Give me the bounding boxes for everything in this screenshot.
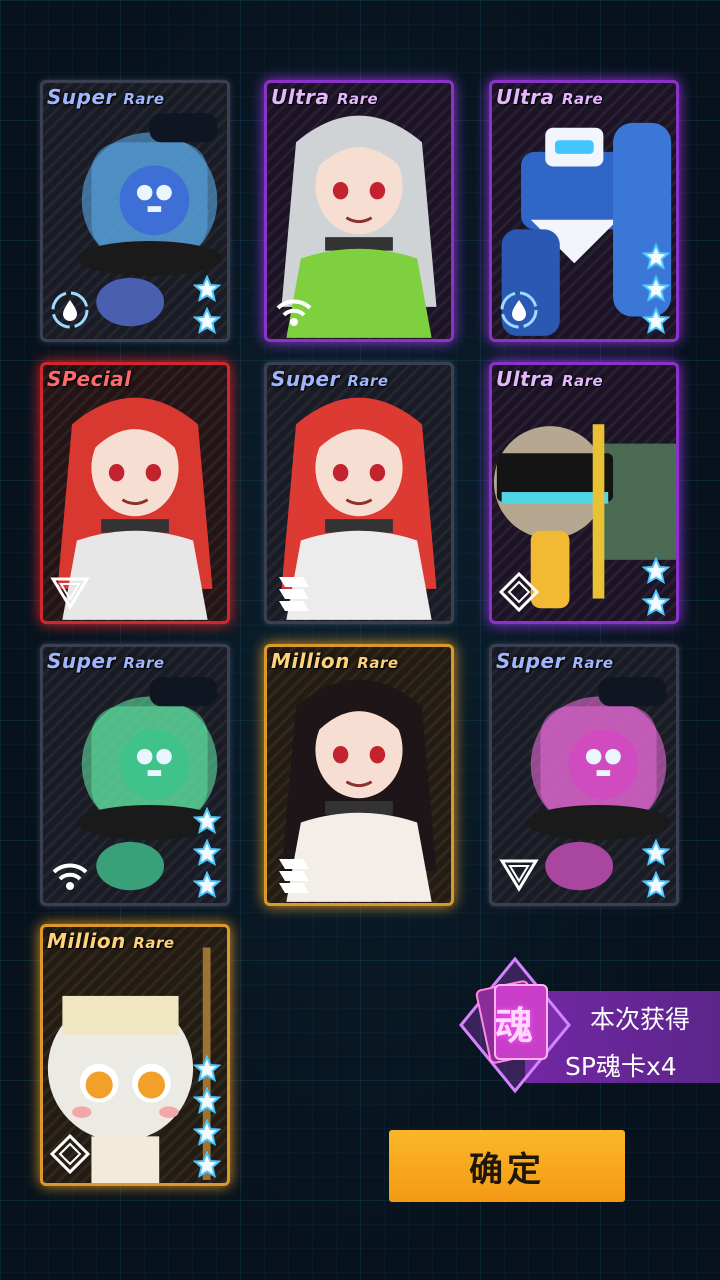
rarity-sub: Rare [357,654,399,672]
rarity-label: Ultra Rare [496,367,603,391]
rarity-sub: Rare [561,90,604,108]
star-rating [642,243,670,335]
rarity-sub: Rare [336,90,379,108]
character-card[interactable]: Super Rare [40,80,230,342]
star-icon [193,275,221,303]
diamond-icon [49,1133,91,1175]
reward-obtained-label: 本次获得 [590,1005,691,1034]
rarity-sub: Rare [347,372,389,390]
star-icon [642,839,670,867]
rarity-main: Super [271,367,340,391]
diamond-icon [498,571,540,613]
rarity-main: Super [47,85,116,109]
star-icon [642,243,670,271]
rarity-main: Ultra [496,85,555,109]
rarity-label: Million Rare [47,929,175,953]
character-card[interactable]: Super Rare [40,644,230,906]
water-drop-ring-icon [498,289,540,331]
character-card[interactable]: Ultra Rare [489,80,679,342]
rarity-label: Super Rare [496,649,614,673]
rarity-label: Ultra Rare [271,85,378,109]
star-icon [642,275,670,303]
rarity-main: Super [496,649,565,673]
rarity-label: Super Rare [271,367,389,391]
confirm-button[interactable]: 确定 [389,1130,625,1202]
rarity-sub: Rare [133,934,175,952]
striped-banner-icon [273,853,315,895]
star-rating [642,557,670,617]
rarity-label: Super Rare [47,85,165,109]
reward-amount-label: SP魂卡x4 [565,1052,677,1081]
water-drop-ring-icon [49,289,91,331]
rarity-main: Million [271,649,350,673]
rarity-main: Ultra [271,85,330,109]
character-card[interactable]: Super Rare [489,644,679,906]
star-icon [193,839,221,867]
rarity-sub: Rare [123,90,165,108]
star-icon [642,871,670,899]
character-card[interactable]: SPecial [40,362,230,624]
star-icon [193,1119,221,1147]
rarity-main: Ultra [496,367,555,391]
star-icon [193,807,221,835]
badge-character: 魂 [495,1004,534,1048]
striped-banner-icon [273,571,315,613]
star-icon [193,1087,221,1115]
character-card[interactable]: Super Rare [264,362,454,624]
rarity-label: SPecial [47,367,132,391]
reward-banner: 魂 本次获得 SP魂卡x4 [455,955,720,1095]
soul-card-badge-icon: 魂 [455,955,575,1095]
rarity-label: Ultra Rare [496,85,603,109]
character-card[interactable]: Ultra Rare [264,80,454,342]
character-card[interactable]: Million Rare [40,924,230,1186]
star-icon [642,557,670,585]
star-rating [193,807,221,899]
star-rating [193,275,221,335]
character-card[interactable]: Ultra Rare [489,362,679,624]
wifi-signal-icon [49,853,91,895]
rarity-main: SPecial [47,367,132,391]
rarity-sub: Rare [561,372,604,390]
rarity-main: Million [47,929,126,953]
star-icon [642,307,670,335]
rarity-label: Super Rare [47,649,165,673]
rarity-label: Million Rare [271,649,399,673]
star-icon [193,1055,221,1083]
rarity-sub: Rare [572,654,614,672]
triangle-down-icon [498,853,540,895]
star-icon [193,1151,221,1179]
rarity-sub: Rare [123,654,165,672]
star-icon [193,871,221,899]
star-rating [193,1055,221,1179]
star-rating [642,839,670,899]
character-card[interactable]: Million Rare [264,644,454,906]
rarity-main: Super [47,649,116,673]
wifi-signal-icon [273,289,315,331]
star-icon [642,589,670,617]
triangle-down-icon [49,571,91,613]
star-icon [193,307,221,335]
